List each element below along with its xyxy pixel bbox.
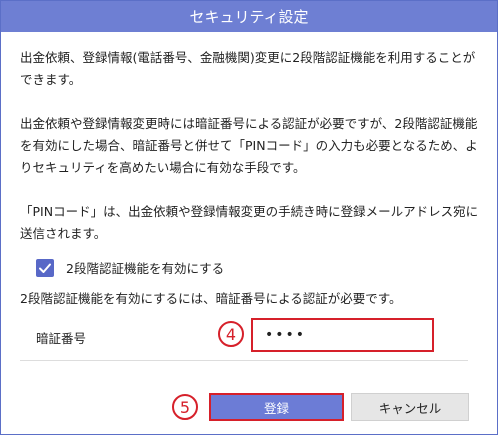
cancel-button[interactable]: キャンセル [351, 393, 469, 421]
description-paragraph-3: 「PINコード」は、出金依頼や登録情報変更の手続き時に登録メールアドレス宛に送信… [20, 204, 479, 241]
two-factor-checkbox[interactable] [36, 258, 54, 277]
step-4-badge: 4 [218, 321, 244, 347]
two-factor-checkbox-row[interactable]: 2段階認証機能を有効にする [36, 258, 224, 277]
pin-field-label: 暗証番号 [36, 331, 87, 346]
register-button[interactable]: 登録 [209, 393, 344, 421]
dialog-title: セキュリティ設定 [1, 1, 497, 32]
checkmark-icon [39, 263, 51, 273]
security-settings-dialog: セキュリティ設定 出金依頼、登録情報(電話番号、金融機関)変更に2段階認証機能を… [0, 0, 498, 435]
two-factor-checkbox-label: 2段階認証機能を有効にする [66, 261, 225, 276]
auth-hint-text: 2段階認証機能を有効にするには、暗証番号による認証が必要です。 [20, 291, 402, 306]
description-paragraph-2: 出金依頼や登録情報変更時には暗証番号による認証が必要ですが、2段階認証機能を有効… [20, 116, 478, 175]
description-paragraph-1: 出金依頼、登録情報(電話番号、金融機関)変更に2段階認証機能を利用することができ… [20, 50, 476, 87]
step-5-badge: 5 [172, 394, 198, 420]
pin-input[interactable] [251, 318, 434, 352]
